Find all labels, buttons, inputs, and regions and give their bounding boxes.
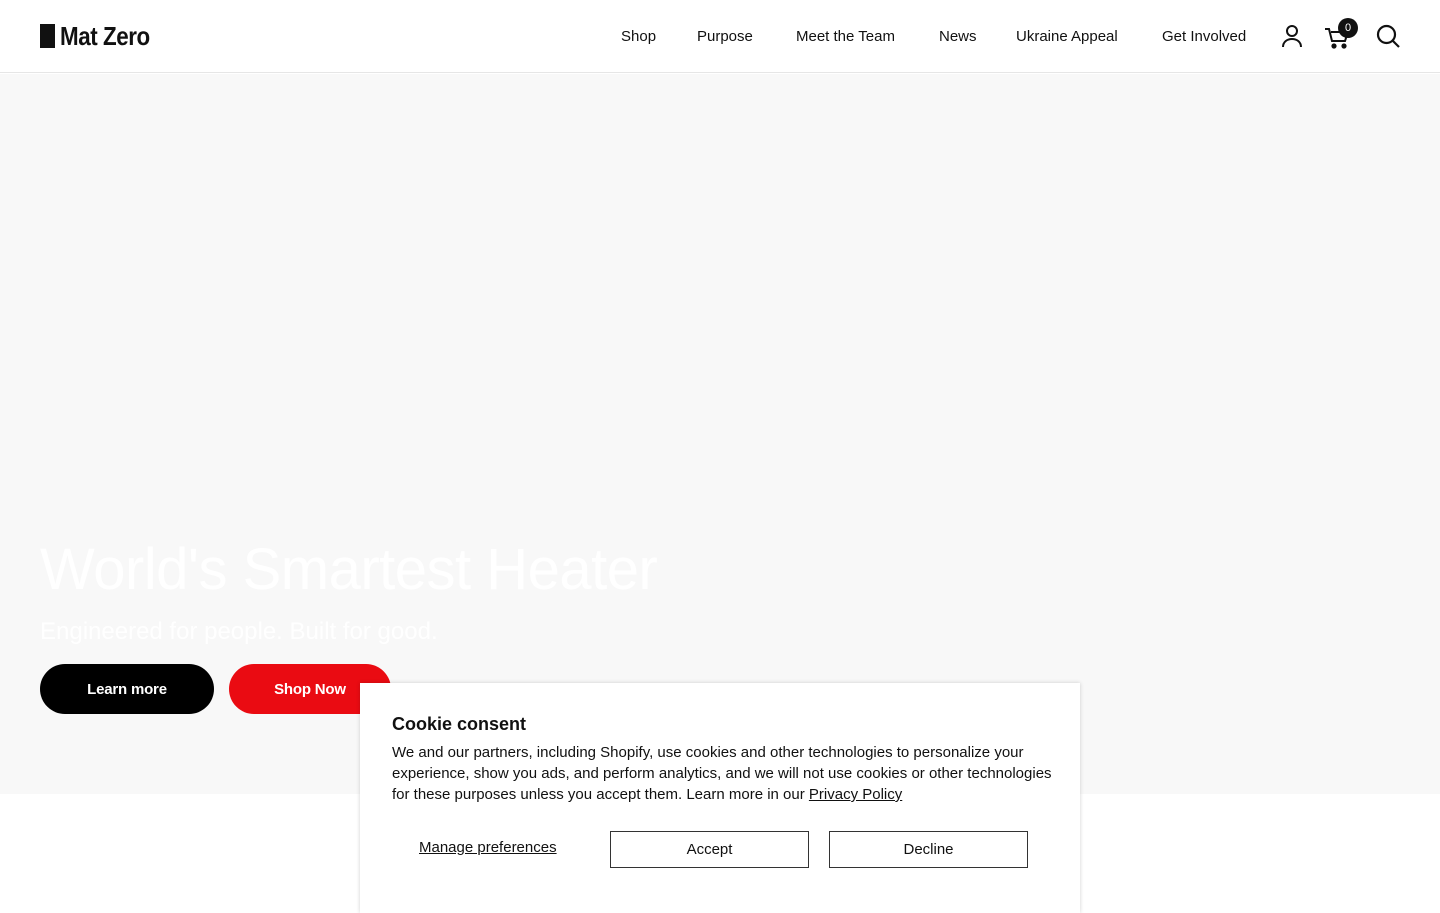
manage-preferences-link[interactable]: Manage preferences [419, 839, 557, 856]
accept-button[interactable]: Accept [610, 831, 809, 868]
nav-item-purpose[interactable]: Purpose [697, 26, 753, 48]
nav-item-ukraine-appeal[interactable]: Ukraine Appeal [1016, 26, 1118, 48]
decline-button[interactable]: Decline [829, 831, 1028, 868]
hero-subtitle: Engineered for people. Built for good. [40, 618, 438, 645]
nav-item-news[interactable]: News [939, 26, 977, 48]
nav-item-shop[interactable]: Shop [621, 26, 656, 48]
cookie-text: We and our partners, including Shopify, … [392, 742, 1052, 805]
search-icon[interactable] [1374, 22, 1402, 50]
cookie-title: Cookie consent [392, 714, 527, 734]
nav-item-get-involved[interactable]: Get Involved [1162, 26, 1246, 48]
account-icon[interactable] [1278, 22, 1306, 50]
logo-text: Mat Zero [60, 20, 150, 51]
cookie-body: We and our partners, including Shopify, … [392, 744, 1052, 803]
privacy-policy-link[interactable]: Privacy Policy [809, 786, 902, 803]
nav-item-meet-the-team[interactable]: Meet the Team [796, 26, 895, 48]
site-header: Mat Zero Shop Purpose Meet the Team News… [0, 0, 1440, 73]
logo-mark [40, 24, 55, 48]
hero-title: World's Smartest Heater [40, 537, 658, 602]
learn-more-button[interactable]: Learn more [40, 664, 214, 714]
cookie-consent-banner: Cookie consent We and our partners, incl… [360, 683, 1080, 913]
logo[interactable]: Mat Zero [40, 20, 164, 51]
cart-count-badge: 0 [1338, 18, 1358, 38]
